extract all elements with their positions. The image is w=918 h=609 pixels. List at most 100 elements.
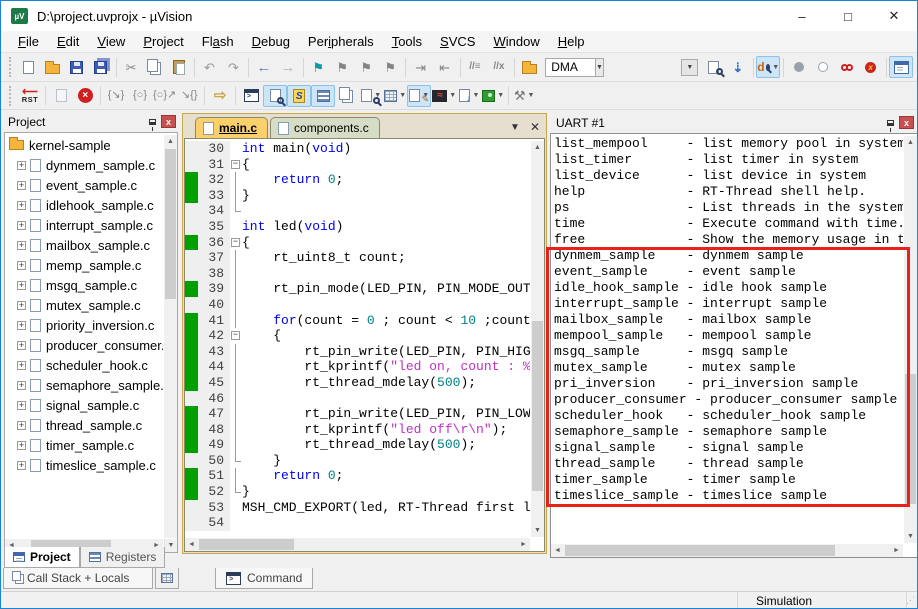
copy-button[interactable]: [143, 56, 167, 78]
kill-all-breakpoints-button[interactable]: x: [859, 56, 883, 78]
code-line[interactable]: 45 rt_thread_mdelay(500);: [185, 374, 530, 391]
menu-tools[interactable]: Tools: [383, 32, 431, 51]
memory-lines-button[interactable]: [311, 84, 336, 107]
expand-icon[interactable]: +: [17, 240, 26, 250]
find-button[interactable]: [702, 56, 726, 78]
expand-icon[interactable]: +: [17, 260, 26, 270]
step-button[interactable]: {↘}: [104, 85, 128, 107]
tree-item[interactable]: + signal_sample.c: [5, 395, 163, 415]
code-line[interactable]: 53 MSH_CMD_EXPORT(led, RT-Thread first le…: [185, 499, 530, 516]
editor-vertical-scrollbar[interactable]: ▲ ▼: [531, 141, 544, 537]
expand-icon[interactable]: +: [17, 200, 26, 210]
tree-item[interactable]: + mailbox_sample.c: [5, 235, 163, 255]
code-line[interactable]: 49 rt_thread_mdelay(500);: [185, 437, 530, 453]
dropdown-arrow-icon[interactable]: ▼: [472, 92, 479, 99]
uart-vertical-scrollbar[interactable]: ▲ ▼: [904, 136, 917, 543]
code-line[interactable]: 30 int main(void): [185, 141, 530, 157]
call-stack-window-button[interactable]: [335, 85, 359, 107]
next-bookmark-button[interactable]: ⚑: [354, 56, 378, 78]
expand-icon[interactable]: +: [17, 340, 26, 350]
tree-item[interactable]: + priority_inversion.c: [5, 315, 163, 335]
scrollbar-thumb[interactable]: [565, 545, 835, 556]
expand-icon[interactable]: +: [17, 400, 26, 410]
resize-grip[interactable]: ⋰: [906, 595, 915, 606]
minimize-button[interactable]: –: [779, 1, 825, 31]
toolbar-grip[interactable]: [9, 85, 13, 106]
code-line[interactable]: 40: [185, 296, 530, 313]
navigate-back-button[interactable]: ←: [252, 56, 276, 78]
system-viewer-button[interactable]: ▼: [481, 85, 505, 107]
fold-toggle[interactable]: −: [231, 331, 240, 341]
scroll-left-button[interactable]: ◄: [551, 544, 564, 557]
clear-bookmarks-button[interactable]: ⚑: [378, 56, 402, 78]
find-in-files-button[interactable]: [517, 56, 541, 78]
incremental-find-button[interactable]: ⇣: [726, 56, 750, 78]
tree-item[interactable]: + producer_consumer.c: [5, 335, 163, 355]
code-line[interactable]: 41 for(count = 0 ; count < 10 ;count++): [185, 312, 530, 329]
tab-components-c[interactable]: components.c: [270, 117, 380, 138]
tree-item[interactable]: + scheduler_hook.c: [5, 355, 163, 375]
indent-button[interactable]: ⇥: [409, 56, 433, 78]
search-combo-dropdown[interactable]: ▼: [595, 57, 604, 77]
code-line[interactable]: 31−{: [185, 156, 530, 173]
reset-cpu-button[interactable]: ⟵ RST: [18, 85, 42, 107]
tree-item[interactable]: + thread_sample.c: [5, 415, 163, 435]
expand-icon[interactable]: +: [17, 380, 26, 390]
tree-item[interactable]: + semaphore_sample.c: [5, 375, 163, 395]
open-file-button[interactable]: [41, 56, 65, 78]
code-line[interactable]: 34: [185, 203, 530, 219]
project-vertical-scrollbar[interactable]: ▲: [164, 135, 177, 538]
enable-breakpoint-button[interactable]: [811, 56, 835, 78]
save-all-button[interactable]: [89, 56, 113, 78]
expand-icon[interactable]: +: [17, 180, 26, 190]
step-over-button[interactable]: {○}: [128, 85, 152, 107]
expand-icon[interactable]: +: [17, 300, 26, 310]
scrollbar-thumb[interactable]: [165, 149, 176, 299]
expand-icon[interactable]: +: [17, 440, 26, 450]
code-line[interactable]: 36−{: [185, 234, 530, 251]
code-line[interactable]: 51 return 0;: [185, 468, 530, 485]
new-file-button[interactable]: [17, 56, 41, 78]
expand-icon[interactable]: +: [17, 160, 26, 170]
navigate-forward-button[interactable]: →: [276, 56, 300, 78]
tree-item[interactable]: + timeslice_sample.c: [5, 455, 163, 475]
serial-window-button[interactable]: S: [287, 84, 312, 107]
dropdown-arrow-icon[interactable]: ▼: [497, 92, 504, 99]
comment-button[interactable]: //≡: [463, 56, 487, 78]
dropdown-arrow-icon[interactable]: ▼: [449, 92, 456, 99]
code-line[interactable]: 46: [185, 390, 530, 407]
code-line[interactable]: 48 rt_kprintf("led off\r\n");: [185, 421, 530, 438]
code-line[interactable]: 42− {: [185, 328, 530, 344]
menu-svcs[interactable]: SVCS: [431, 32, 484, 51]
menu-file[interactable]: File: [9, 32, 48, 51]
code-line[interactable]: 37 rt_uint8_t count;: [185, 250, 530, 266]
close-document-icon[interactable]: ✕: [530, 120, 540, 134]
disable-all-breakpoints-button[interactable]: [835, 56, 859, 78]
code-line[interactable]: 32 return 0;: [185, 172, 530, 188]
expand-icon[interactable]: +: [17, 460, 26, 470]
scroll-right-button[interactable]: ►: [890, 544, 903, 557]
tree-item[interactable]: + idlehook_sample.c: [5, 195, 163, 215]
code-line[interactable]: 35 int led(void): [185, 218, 530, 235]
configure-target-button[interactable]: [889, 56, 913, 78]
menu-peripherals[interactable]: Peripherals: [299, 32, 383, 51]
dropdown-arrow-icon[interactable]: ▼: [528, 92, 535, 99]
combo-extra-dropdown[interactable]: ▼: [678, 56, 702, 78]
uart-horizontal-scrollbar[interactable]: ◄ ►: [551, 544, 903, 557]
scroll-left-button[interactable]: ◄: [185, 538, 198, 551]
tree-item[interactable]: + msgq_sample.c: [5, 275, 163, 295]
run-button[interactable]: [49, 85, 73, 107]
code-editor[interactable]: 30 int main(void) 31−{32 return 0; 33} 34 35 i…: [184, 138, 545, 552]
tab-call-stack-locals[interactable]: Call Stack + Locals: [3, 568, 153, 589]
fold-toggle[interactable]: −: [231, 159, 240, 169]
undo-button[interactable]: ↶: [197, 56, 221, 78]
tab-main-c[interactable]: main.c: [195, 117, 269, 138]
toolbar-grip[interactable]: [9, 57, 12, 77]
outdent-button[interactable]: ⇤: [433, 56, 457, 78]
paste-button[interactable]: [167, 56, 191, 78]
uart-terminal[interactable]: list_mempool - list memory pool in syste…: [550, 133, 917, 558]
tree-item[interactable]: + dynmem_sample.c: [5, 155, 163, 175]
insert-breakpoint-button[interactable]: [787, 56, 811, 78]
pin-icon[interactable]: [149, 118, 156, 131]
code-line[interactable]: 39 rt_pin_mode(LED_PIN, PIN_MODE_OUTPUT)…: [185, 281, 530, 297]
